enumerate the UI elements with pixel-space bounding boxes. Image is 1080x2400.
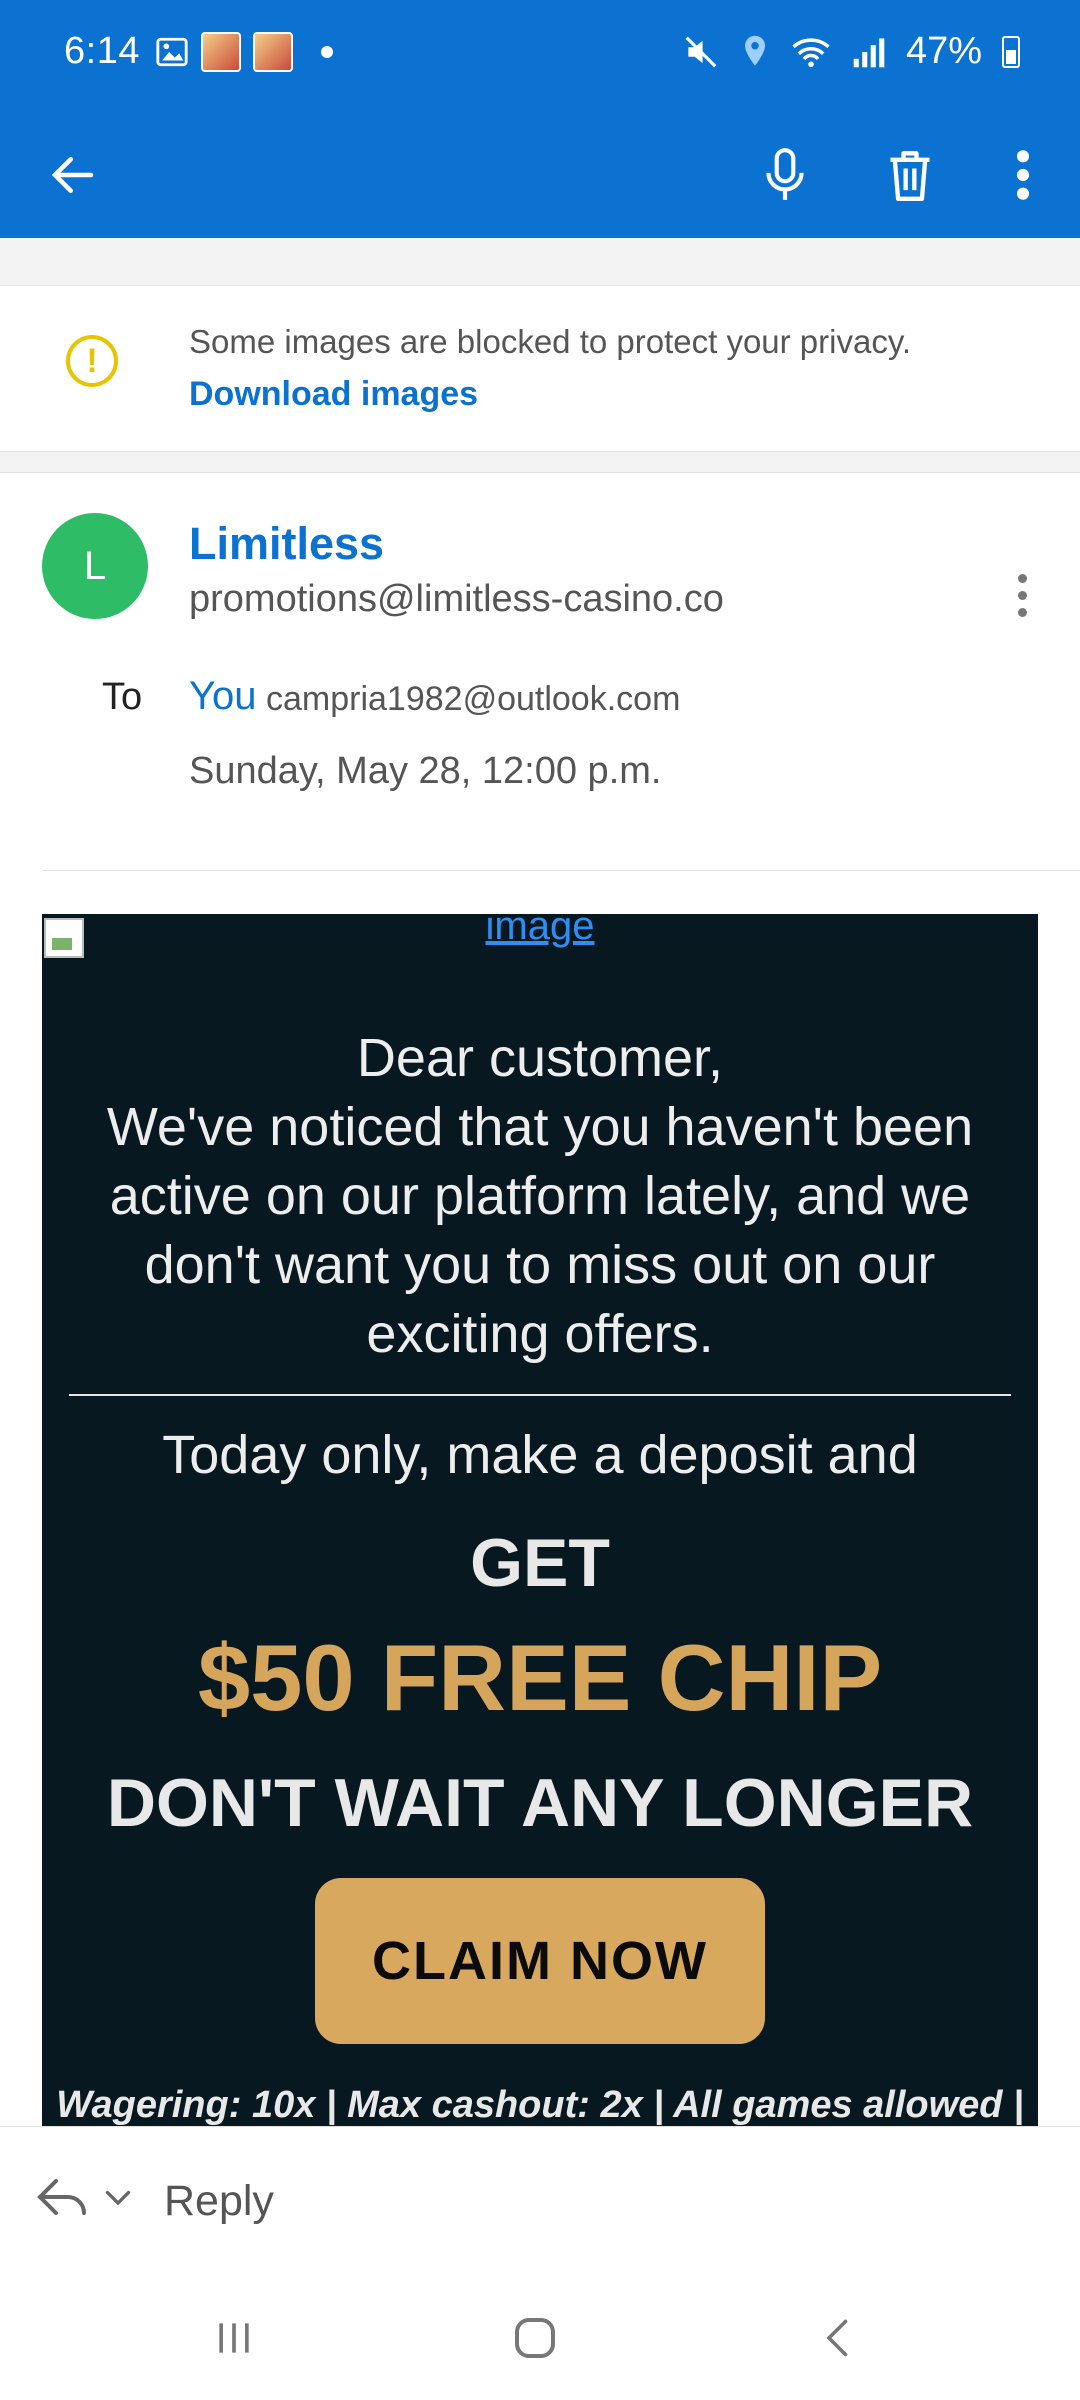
recent-apps-button[interactable] bbox=[184, 2298, 284, 2378]
claim-now-button[interactable]: CLAIM NOW bbox=[315, 1878, 765, 2044]
recents-icon bbox=[219, 2323, 249, 2353]
battery-percent: 47% bbox=[905, 30, 982, 72]
sender-avatar[interactable]: L bbox=[42, 513, 148, 619]
home-button[interactable] bbox=[485, 2298, 585, 2378]
greeting: Dear customer, bbox=[356, 1028, 724, 1088]
warning-icon: ! bbox=[66, 335, 118, 387]
more-options-button[interactable] bbox=[978, 130, 1068, 220]
message-paragraph: We've noticed that you haven't been acti… bbox=[106, 1097, 974, 1364]
urgency-text: DON'T WAIT ANY LONGER bbox=[106, 1765, 974, 1841]
back-nav-button[interactable] bbox=[790, 2298, 890, 2378]
location-icon bbox=[744, 35, 765, 66]
notification-dot bbox=[321, 46, 333, 58]
wifi-icon bbox=[792, 37, 830, 67]
terms-text: Wagering: 10x | Max cashout: 2x | All ga… bbox=[56, 2084, 1024, 2126]
reply-arrow-icon bbox=[37, 2179, 86, 2215]
email-message: Dear customer, We've noticed that you ha… bbox=[62, 1024, 1018, 1369]
privacy-notice: ! Some images are blocked to protect you… bbox=[0, 287, 1080, 451]
signal-icon bbox=[853, 37, 885, 67]
get-text: GET bbox=[470, 1525, 610, 1601]
delete-button[interactable] bbox=[865, 130, 955, 220]
message-date: Sunday, May 28, 12:00 p.m. bbox=[189, 750, 662, 792]
horizontal-rule bbox=[69, 1394, 1011, 1396]
message-options-button[interactable] bbox=[994, 560, 1050, 630]
app-bar bbox=[0, 110, 1080, 238]
chevron-down-icon bbox=[105, 2190, 131, 2206]
app-thumbnail bbox=[201, 32, 241, 72]
microphone-icon bbox=[766, 148, 804, 200]
reply-button[interactable]: Reply bbox=[164, 2177, 274, 2226]
trash-icon bbox=[890, 151, 930, 201]
reply-options[interactable] bbox=[36, 2175, 136, 2219]
recipient-email: campria1982@outlook.com bbox=[266, 680, 681, 718]
system-nav-bar bbox=[0, 2278, 1080, 2400]
image-link[interactable]: image bbox=[42, 914, 1038, 949]
offer-headline: $50 FREE CHIP bbox=[197, 1625, 883, 1730]
to-label: To bbox=[102, 676, 143, 718]
battery-icon bbox=[1002, 35, 1020, 68]
app-thumbnail bbox=[253, 32, 293, 72]
deposit-text: Today only, make a deposit and bbox=[162, 1425, 918, 1485]
header: 6:14 47% bbox=[0, 0, 1080, 238]
more-vert-icon bbox=[1017, 573, 1027, 583]
status-time: 6:14 bbox=[64, 30, 140, 72]
recipient-name[interactable]: You bbox=[189, 674, 257, 719]
divider bbox=[42, 870, 1080, 871]
back-button[interactable] bbox=[28, 130, 118, 220]
sender-email: promotions@limitless-casino.co bbox=[189, 578, 724, 620]
dictate-button[interactable] bbox=[740, 130, 830, 220]
home-icon bbox=[515, 2318, 555, 2358]
status-bar: 6:14 47% bbox=[0, 0, 1080, 110]
gallery-icon bbox=[156, 37, 188, 67]
notification-icons bbox=[155, 32, 333, 72]
more-vert-icon bbox=[1016, 150, 1030, 200]
privacy-message: Some images are blocked to protect your … bbox=[189, 323, 912, 360]
separator bbox=[0, 238, 1080, 286]
back-chevron-icon bbox=[826, 2319, 848, 2357]
download-images-link[interactable]: Download images bbox=[189, 375, 478, 414]
reply-bar: Reply bbox=[0, 2126, 1080, 2278]
email-body: image Dear customer, We've noticed that … bbox=[42, 914, 1038, 2126]
system-icons: 47% bbox=[682, 30, 1020, 73]
mute-icon bbox=[685, 36, 717, 67]
back-arrow-icon bbox=[51, 157, 94, 193]
separator bbox=[0, 451, 1080, 473]
sender-name[interactable]: Limitless bbox=[189, 518, 384, 570]
